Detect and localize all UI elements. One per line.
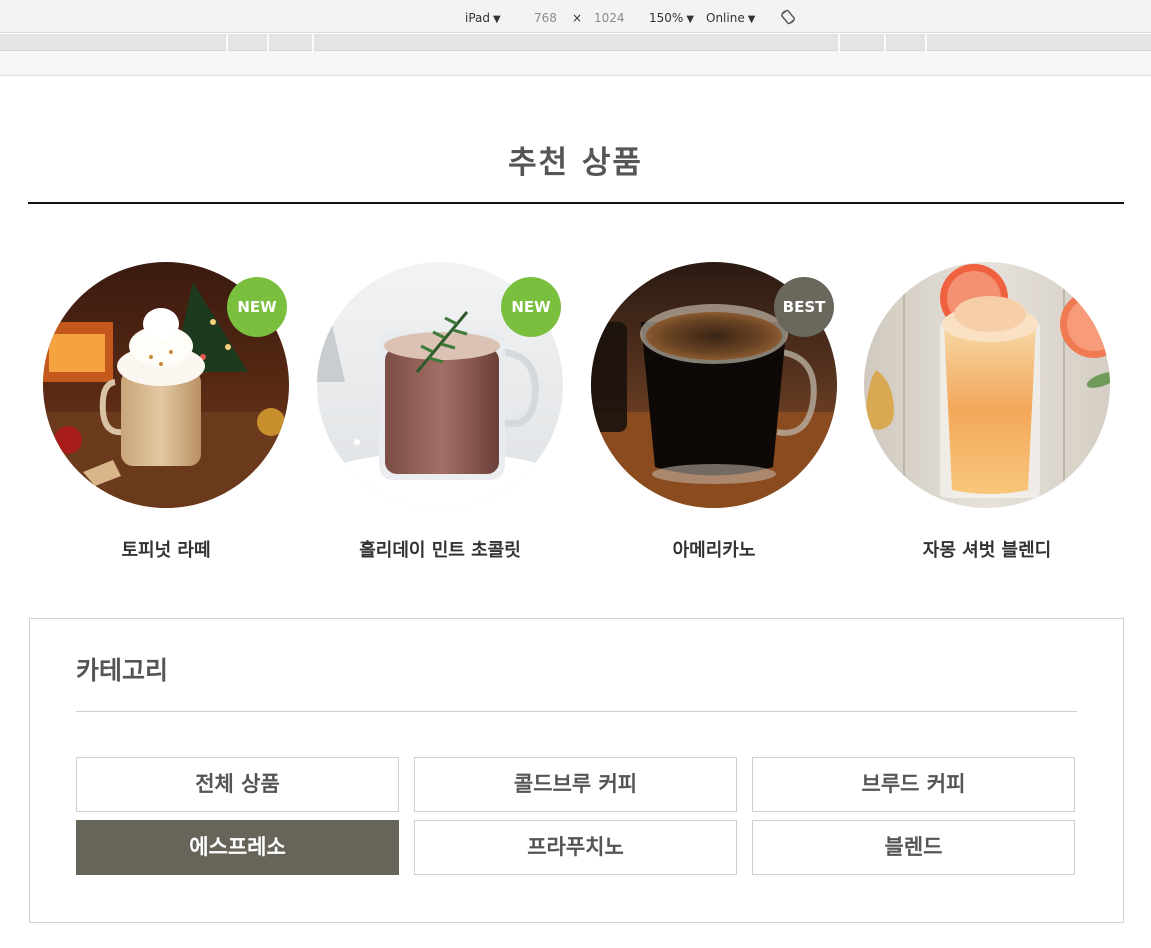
category-panel: 카테고리 전체 상품 콜드브루 커피 브루드 커피 에스프레소 프라푸치노 블렌… xyxy=(29,618,1124,923)
device-select[interactable]: iPad ▼ xyxy=(465,10,501,26)
badge-new: NEW xyxy=(227,277,287,337)
title-divider xyxy=(28,202,1124,204)
throttling-dropdown-icon: ▼ xyxy=(747,14,756,25)
category-espresso[interactable]: 에스프레소 xyxy=(76,820,399,875)
category-frappuccino[interactable]: 프라푸치노 xyxy=(414,820,737,875)
zoom-select[interactable]: 150% ▼ xyxy=(649,10,694,26)
rotate-icon[interactable] xyxy=(780,9,796,25)
dimension-separator: × xyxy=(572,11,583,25)
device-toolbar: iPad ▼ 768 × 1024 150% ▼ Online ▼ xyxy=(0,0,1151,33)
section-title: 추천 상품 xyxy=(508,145,643,181)
zoom-dropdown-icon: ▼ xyxy=(686,14,695,25)
product-name[interactable]: 자몽 셔벗 블렌디 xyxy=(862,536,1112,562)
zoom-select-label: 150% xyxy=(649,11,684,25)
category-cold-brew[interactable]: 콜드브루 커피 xyxy=(414,757,737,812)
product-name[interactable]: 토피넛 라떼 xyxy=(41,536,291,562)
media-query-bar[interactable] xyxy=(0,34,1151,51)
badge-new: NEW xyxy=(501,277,561,337)
throttling-select[interactable]: Online ▼ xyxy=(706,10,755,26)
category-all-products[interactable]: 전체 상품 xyxy=(76,757,399,812)
throttling-select-label: Online xyxy=(706,11,745,25)
device-dropdown-icon: ▼ xyxy=(493,14,501,25)
badge-best: BEST xyxy=(774,277,834,337)
device-select-label: iPad xyxy=(465,11,491,25)
category-divider xyxy=(76,711,1077,712)
height-input[interactable]: 1024 xyxy=(594,10,625,26)
category-title: 카테고리 xyxy=(76,656,169,685)
category-blended[interactable]: 블렌드 xyxy=(752,820,1075,875)
product-name[interactable]: 아메리카노 xyxy=(589,536,839,562)
product-card[interactable] xyxy=(862,262,1112,508)
product-name[interactable]: 홀리데이 민트 초콜릿 xyxy=(315,536,565,562)
ruler-bar xyxy=(0,51,1151,76)
category-brewed-coffee[interactable]: 브루드 커피 xyxy=(752,757,1075,812)
product-image-grapefruit-sherbet-blended[interactable] xyxy=(864,262,1110,508)
width-input[interactable]: 768 xyxy=(534,10,557,26)
